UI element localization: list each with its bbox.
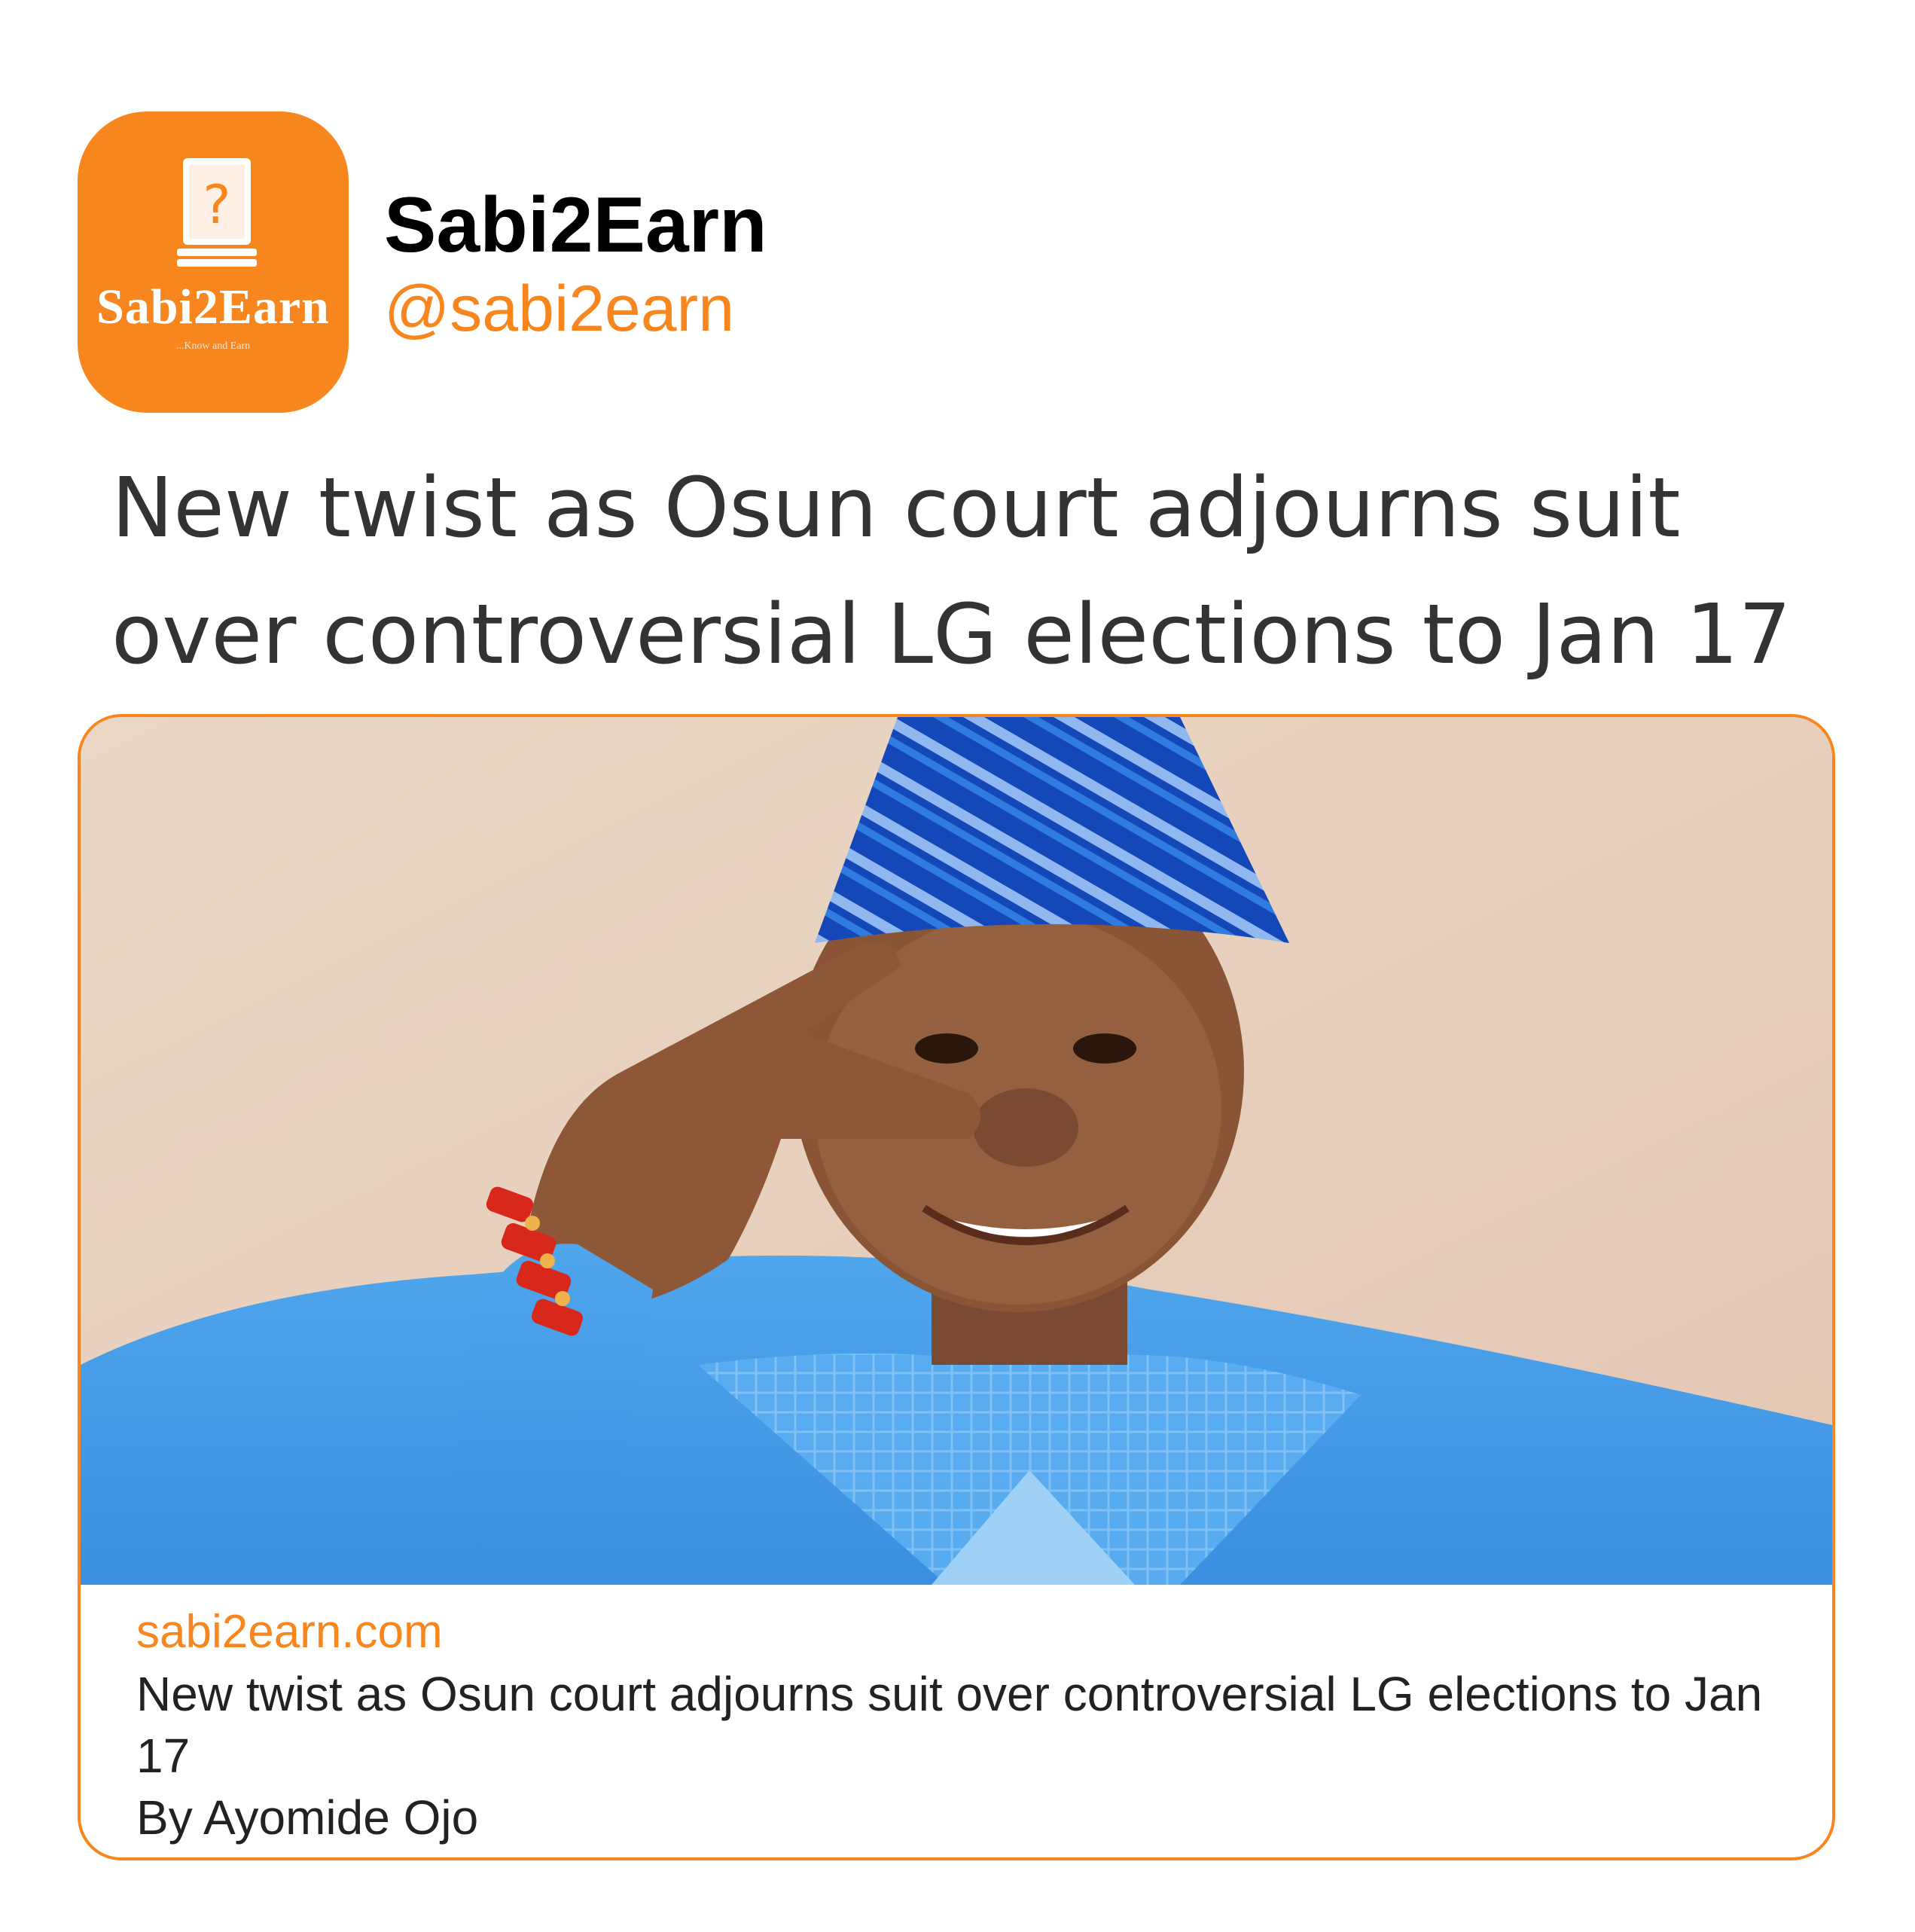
card-title[interactable]: New twist as Osun court adjourns suit ov… [136,1663,1793,1787]
card-meta: sabi2earn.com New twist as Osun court ad… [136,1601,1793,1848]
avatar-wordmark: Sabi2Earn [96,279,330,334]
avatar-tagline: ...Know and Earn [175,340,251,352]
user-handle[interactable]: @sabi2earn [384,276,734,341]
card-domain[interactable]: sabi2earn.com [136,1601,1793,1663]
tweet-text: New twist as Osun court adjourns suit ov… [111,459,1792,682]
profile-avatar[interactable]: ? Sabi2Earn ...Know and Earn [78,111,349,413]
book-question-mark-icon: ? [177,158,257,267]
svg-text:?: ? [203,174,230,236]
link-preview-card[interactable]: sabi2earn.com New twist as Osun court ad… [78,714,1835,1860]
article-photo [81,717,1832,1585]
card-byline: By Ayomide Ojo [136,1790,479,1845]
display-name[interactable]: Sabi2Earn [384,186,767,264]
